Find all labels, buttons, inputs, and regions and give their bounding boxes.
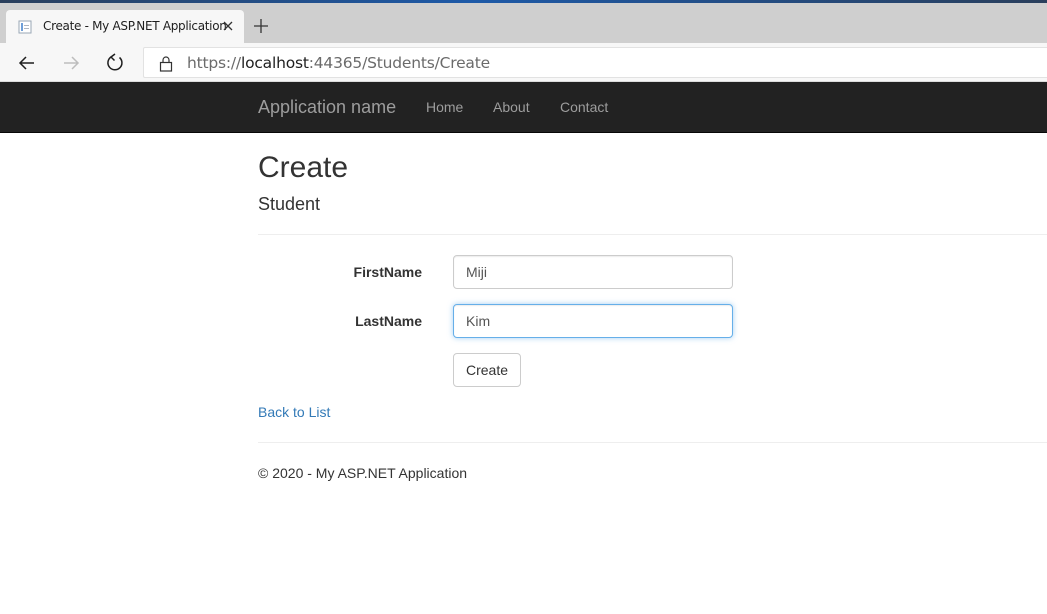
last-name-input[interactable] — [453, 304, 733, 338]
footer-copyright: © 2020 - My ASP.NET Application — [258, 465, 468, 481]
refresh-icon[interactable] — [104, 52, 126, 74]
browser-toolbar: https://localhost:44365/Students/Create — [0, 43, 1047, 82]
navbar-brand[interactable]: Application name — [258, 97, 396, 118]
url-path: :44365/Students/Create — [308, 54, 490, 72]
entity-subtitle: Student — [258, 194, 321, 214]
last-name-label: LastName — [355, 313, 422, 329]
url-text: https://localhost:44365/Students/Create — [187, 54, 490, 72]
back-arrow-icon[interactable] — [16, 52, 38, 74]
page-favicon-icon — [18, 20, 32, 34]
browser-titlebar: Create - My ASP.NET Application — [0, 0, 1047, 43]
first-name-input[interactable] — [453, 255, 733, 289]
browser-tab[interactable]: Create - My ASP.NET Application — [6, 10, 244, 43]
page-title: Create — [258, 151, 349, 184]
form-divider — [258, 234, 1047, 235]
footer-divider — [258, 442, 1047, 443]
new-tab-plus-icon[interactable] — [252, 17, 270, 35]
first-name-label: FirstName — [353, 264, 422, 280]
tab-title: Create - My ASP.NET Application — [43, 19, 227, 33]
nav-link-home[interactable]: Home — [426, 99, 463, 115]
forward-arrow-icon[interactable] — [60, 52, 82, 74]
window-top-strip — [0, 0, 1047, 3]
back-to-list-link[interactable]: Back to List — [258, 404, 330, 420]
close-tab-icon[interactable] — [220, 18, 236, 34]
site-navbar: Application name Home About Contact — [0, 82, 1047, 133]
url-host: localhost — [240, 54, 309, 72]
nav-link-contact[interactable]: Contact — [560, 99, 608, 115]
address-bar[interactable]: https://localhost:44365/Students/Create — [143, 47, 1047, 78]
lock-icon[interactable] — [158, 55, 174, 72]
nav-link-about[interactable]: About — [493, 99, 530, 115]
url-scheme: https:// — [187, 54, 241, 72]
create-button[interactable]: Create — [453, 353, 522, 387]
